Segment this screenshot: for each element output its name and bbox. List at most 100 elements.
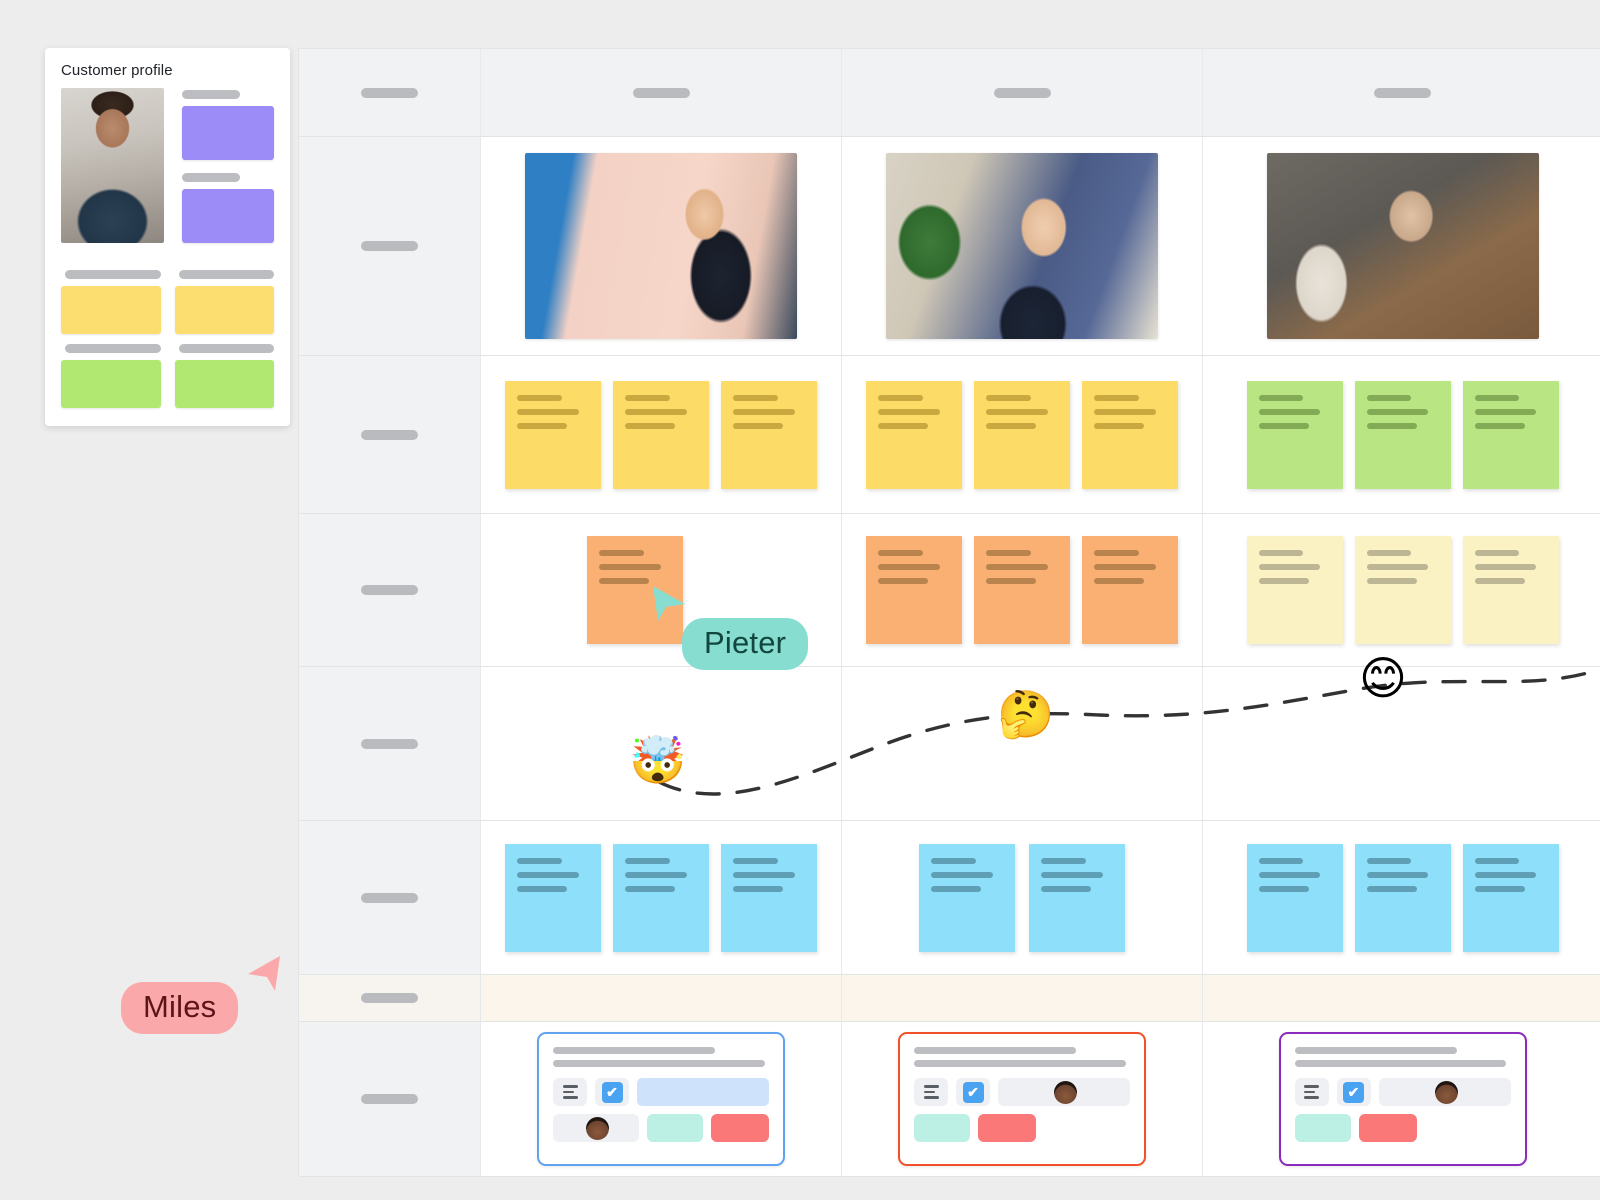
emotion-cell-2[interactable] — [842, 667, 1203, 820]
emotion-cell-1[interactable] — [481, 667, 842, 820]
emotion-cell-3[interactable] — [1203, 667, 1600, 820]
sticky-note[interactable] — [1462, 843, 1559, 952]
status-badge-red[interactable] — [711, 1114, 769, 1142]
checkbox-checked-icon[interactable]: ✔ — [962, 1081, 984, 1103]
sticky-note[interactable] — [721, 843, 817, 952]
notes-cell-2[interactable] — [842, 356, 1203, 513]
column-header-1[interactable] — [481, 49, 842, 136]
row-header-cell[interactable] — [299, 356, 481, 513]
whiteboard-canvas[interactable]: Customer profile 🤯 🤔 😊 ✔ ✔ ✔ Pieter Mile… — [0, 0, 1600, 1200]
notes-cell-1[interactable] — [481, 356, 842, 513]
photo-woman-phone-call[interactable] — [886, 153, 1158, 339]
row-header-cell[interactable] — [299, 975, 481, 1021]
photo-cell-3[interactable] — [1203, 137, 1600, 355]
checkbox-checked-icon[interactable]: ✔ — [1343, 1081, 1364, 1103]
sticky-note[interactable] — [1462, 380, 1559, 489]
description-icon[interactable] — [553, 1078, 587, 1106]
highlight-cell-1[interactable] — [481, 975, 842, 1021]
sticky-note[interactable] — [613, 843, 709, 952]
status-badge-red[interactable] — [1358, 1114, 1417, 1142]
task-card-purple[interactable]: ✔ — [1278, 1032, 1527, 1166]
journey-map-grid[interactable]: 🤯 🤔 😊 ✔ ✔ ✔ — [298, 48, 1600, 1177]
row-label-placeholder — [361, 585, 418, 595]
notes-cell-2[interactable] — [842, 821, 1203, 974]
row-header-cell[interactable] — [299, 514, 481, 666]
sticky-note[interactable] — [1246, 380, 1343, 489]
photo-team-meeting[interactable] — [1266, 153, 1539, 339]
sticky-note[interactable] — [613, 380, 709, 489]
photo-cell-2[interactable] — [842, 137, 1203, 355]
checkbox-field[interactable]: ✔ — [956, 1078, 990, 1106]
sticky-note[interactable] — [974, 380, 1070, 489]
grid-yellow-notes-row — [299, 356, 1600, 514]
notes-cell-3[interactable] — [1203, 356, 1600, 513]
yellow-swatch-2[interactable] — [174, 286, 274, 334]
sticky-note[interactable] — [919, 843, 1015, 952]
assignee-field[interactable] — [998, 1078, 1130, 1106]
sticky-note[interactable] — [1029, 843, 1125, 952]
purple-swatch-1[interactable] — [182, 106, 274, 160]
row-header-cell[interactable] — [299, 667, 481, 820]
notes-cell-2[interactable] — [842, 514, 1203, 666]
sticky-note-group — [505, 843, 817, 952]
row-header-cell[interactable] — [299, 1022, 481, 1176]
sticky-note[interactable] — [1082, 536, 1178, 644]
row-header-cell[interactable] — [299, 137, 481, 355]
row-label-placeholder — [361, 87, 418, 98]
notes-cell-3[interactable] — [1203, 514, 1600, 666]
status-badge-mint[interactable] — [914, 1114, 970, 1142]
column-header-2[interactable] — [842, 49, 1203, 136]
card-title-placeholder — [914, 1047, 1130, 1067]
status-badge-mint[interactable] — [647, 1114, 703, 1142]
photo-woman-laptop-cafe[interactable] — [525, 153, 797, 339]
sticky-note[interactable] — [1354, 843, 1451, 952]
label-placeholder — [178, 270, 274, 279]
checkbox-field[interactable]: ✔ — [1336, 1078, 1371, 1106]
photo-cell-1[interactable] — [481, 137, 842, 355]
green-swatch-1[interactable] — [61, 360, 161, 408]
sticky-note[interactable] — [505, 380, 601, 489]
sticky-note[interactable] — [1462, 536, 1559, 644]
notes-cell-1[interactable] — [481, 821, 842, 974]
highlight-cell-3[interactable] — [1203, 975, 1600, 1021]
assignee-field[interactable] — [553, 1114, 639, 1142]
column-label-placeholder — [1374, 87, 1431, 98]
blue-field[interactable] — [637, 1078, 769, 1106]
card-cell-3[interactable]: ✔ — [1203, 1022, 1600, 1176]
card-field-row-2 — [914, 1114, 1130, 1142]
sticky-note[interactable] — [505, 843, 601, 952]
sticky-note[interactable] — [721, 380, 817, 489]
task-card-red[interactable]: ✔ — [898, 1032, 1146, 1166]
row-header-cell[interactable] — [299, 49, 481, 136]
label-placeholder — [182, 90, 240, 99]
sticky-note[interactable] — [1246, 843, 1343, 952]
card-cell-1[interactable]: ✔ — [481, 1022, 842, 1176]
column-header-3[interactable] — [1203, 49, 1600, 136]
sticky-note[interactable] — [866, 380, 962, 489]
notes-cell-3[interactable] — [1203, 821, 1600, 974]
checkbox-field[interactable]: ✔ — [595, 1078, 629, 1106]
avatar — [586, 1116, 609, 1140]
sticky-note[interactable] — [1246, 536, 1343, 644]
profile-cell-yellow-1 — [61, 270, 161, 334]
highlight-cell-2[interactable] — [842, 975, 1203, 1021]
sticky-note[interactable] — [1354, 536, 1451, 644]
green-swatch-2[interactable] — [174, 360, 274, 408]
card-cell-2[interactable]: ✔ — [842, 1022, 1203, 1176]
task-card-blue[interactable]: ✔ — [537, 1032, 785, 1166]
sticky-note[interactable] — [866, 536, 962, 644]
sticky-note[interactable] — [1082, 380, 1178, 489]
sticky-note[interactable] — [1354, 380, 1451, 489]
description-icon[interactable] — [1294, 1078, 1329, 1106]
customer-profile-card[interactable]: Customer profile — [45, 48, 290, 426]
purple-swatch-2[interactable] — [182, 189, 274, 243]
status-badge-mint[interactable] — [1294, 1114, 1351, 1142]
description-icon[interactable] — [914, 1078, 948, 1106]
yellow-swatch-1[interactable] — [61, 286, 161, 334]
checkbox-checked-icon[interactable]: ✔ — [601, 1081, 623, 1103]
row-header-cell[interactable] — [299, 821, 481, 974]
status-badge-red[interactable] — [978, 1114, 1036, 1142]
assignee-field[interactable] — [1378, 1078, 1511, 1106]
sticky-note[interactable] — [974, 536, 1070, 644]
label-placeholder — [65, 270, 161, 279]
